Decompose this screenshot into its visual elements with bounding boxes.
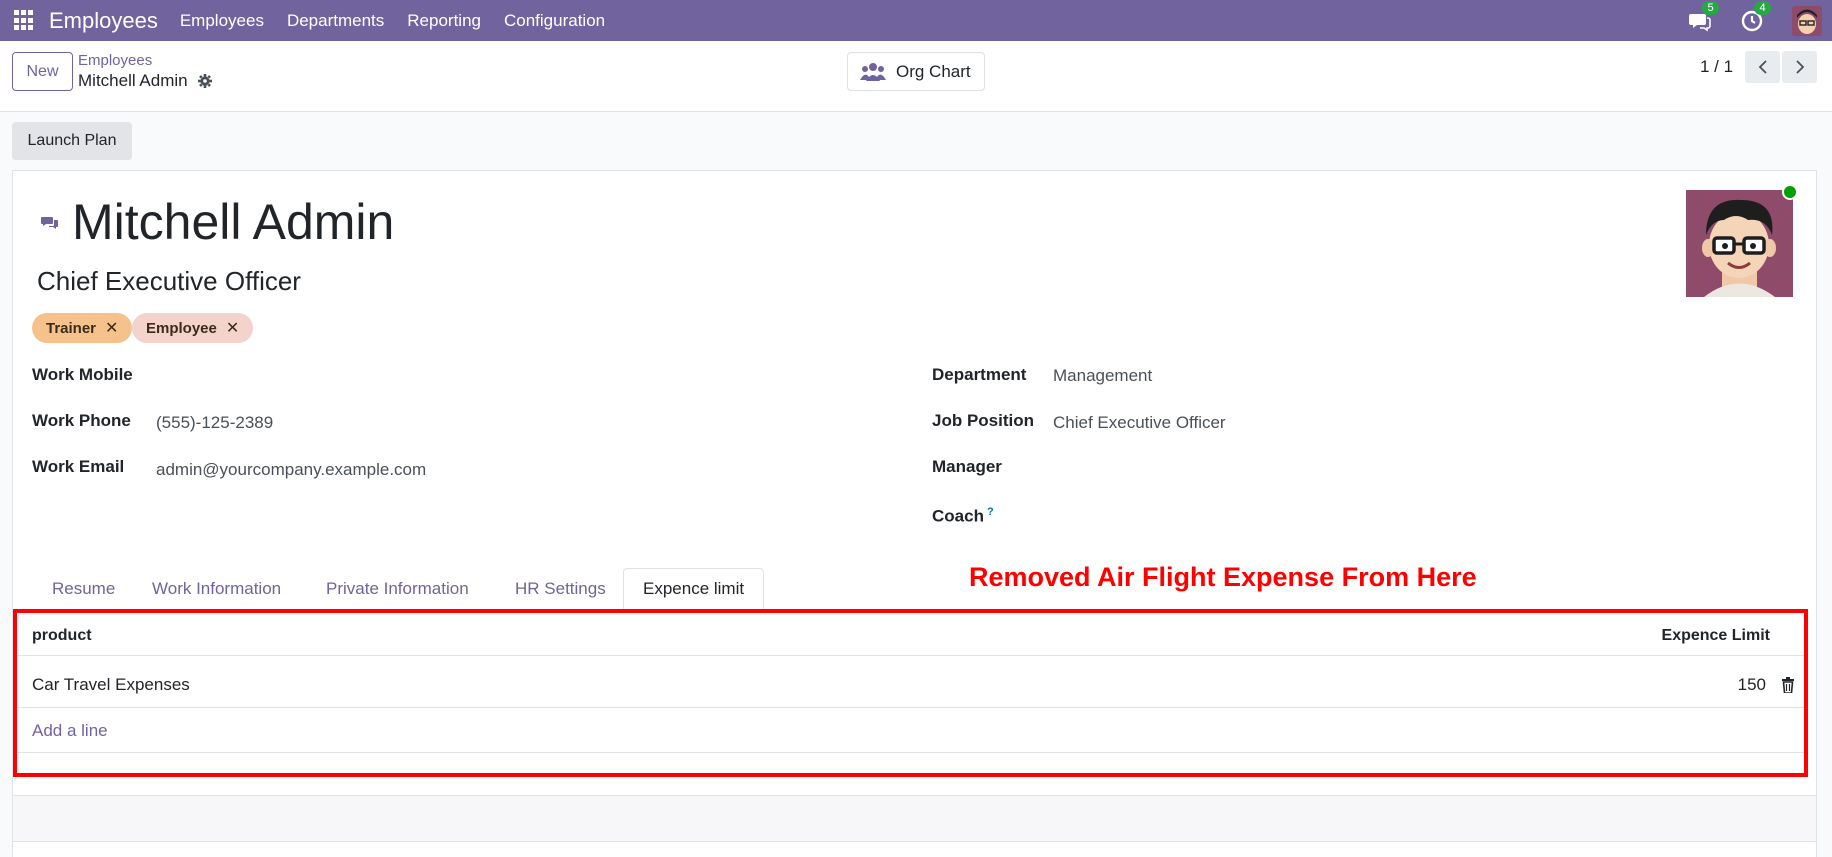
row-divider bbox=[17, 707, 1804, 708]
tab-private-information[interactable]: Private Information bbox=[307, 568, 488, 610]
menu-employees[interactable]: Employees bbox=[180, 11, 264, 31]
job-position-field[interactable]: Chief Executive Officer bbox=[1053, 413, 1226, 433]
add-line-link[interactable]: Add a line bbox=[32, 721, 108, 741]
empty-list-band bbox=[13, 795, 1816, 841]
limit-cell[interactable]: 150 bbox=[1738, 675, 1766, 695]
work-email-label: Work Email bbox=[32, 457, 125, 476]
department-label: Department bbox=[932, 365, 1027, 384]
menu-departments[interactable]: Departments bbox=[287, 11, 384, 31]
tab-resume[interactable]: Resume bbox=[33, 568, 134, 610]
employee-photo[interactable] bbox=[1686, 190, 1793, 297]
launch-plan-button[interactable]: Launch Plan bbox=[12, 122, 132, 160]
work-mobile-label: Work Mobile bbox=[32, 365, 133, 384]
tag-label: Employee bbox=[146, 319, 217, 337]
work-email-field[interactable]: admin@yourcompany.example.com bbox=[156, 460, 426, 480]
department-field[interactable]: Management bbox=[1053, 366, 1152, 386]
control-panel: New Employees Mitchell Admin Org Chart 1… bbox=[0, 41, 1832, 112]
menu-configuration[interactable]: Configuration bbox=[504, 11, 605, 31]
employee-job-title[interactable]: Chief Executive Officer bbox=[37, 266, 301, 297]
row-divider bbox=[17, 752, 1804, 753]
remove-tag-icon[interactable]: ✕ bbox=[105, 318, 118, 338]
org-chart-button[interactable]: Org Chart bbox=[847, 52, 985, 91]
chevron-left-icon bbox=[1758, 60, 1767, 74]
column-header-product[interactable]: product bbox=[32, 627, 92, 645]
tag-label: Trainer bbox=[46, 319, 97, 337]
employee-name[interactable]: Mitchell Admin bbox=[72, 193, 394, 251]
row-divider bbox=[12, 841, 1817, 842]
activities-badge: 4 bbox=[1754, 0, 1771, 15]
chat-bubble-icon[interactable] bbox=[41, 215, 59, 231]
tag-employee: Employee ✕ bbox=[132, 313, 254, 343]
job-position-label: Job Position bbox=[932, 411, 1034, 430]
breadcrumb-current: Mitchell Admin bbox=[78, 71, 213, 91]
new-button[interactable]: New bbox=[12, 52, 73, 91]
row-divider bbox=[12, 795, 1817, 796]
menu-reporting[interactable]: Reporting bbox=[407, 11, 481, 31]
work-phone-label: Work Phone bbox=[32, 411, 131, 430]
coach-label-text: Coach bbox=[932, 506, 984, 526]
org-chart-users-icon bbox=[860, 62, 886, 81]
remove-tag-icon[interactable]: ✕ bbox=[226, 318, 239, 338]
tab-expence-limit[interactable]: Expence limit bbox=[623, 568, 765, 610]
coach-label: Coach? bbox=[932, 506, 994, 527]
chevron-right-icon bbox=[1795, 60, 1804, 74]
coach-help-icon[interactable]: ? bbox=[987, 506, 994, 518]
gear-icon[interactable] bbox=[197, 73, 213, 89]
messages-badge: 5 bbox=[1702, 0, 1719, 15]
breadcrumb-current-label: Mitchell Admin bbox=[78, 71, 188, 90]
column-header-expence-limit[interactable]: Expence Limit bbox=[1662, 627, 1770, 645]
pager-value[interactable]: 1 / 1 bbox=[1700, 57, 1733, 77]
tab-hr-settings[interactable]: HR Settings bbox=[496, 568, 625, 610]
top-navbar: Employees Employees Departments Reportin… bbox=[0, 0, 1832, 41]
user-avatar[interactable] bbox=[1792, 5, 1822, 36]
manager-label: Manager bbox=[932, 457, 1002, 476]
breadcrumb-parent[interactable]: Employees bbox=[78, 52, 152, 69]
app-brand[interactable]: Employees bbox=[49, 8, 158, 34]
org-chart-label: Org Chart bbox=[896, 61, 971, 81]
product-cell[interactable]: Car Travel Expenses bbox=[32, 675, 190, 695]
messages-icon[interactable]: 5 bbox=[1688, 0, 1719, 33]
header-divider bbox=[17, 655, 1804, 656]
trash-icon[interactable] bbox=[1781, 677, 1795, 693]
work-phone-field[interactable]: (555)-125-2389 bbox=[156, 413, 273, 433]
tag-trainer: Trainer ✕ bbox=[32, 313, 133, 343]
expense-limit-table: product Expence Limit Car Travel Expense… bbox=[13, 609, 1808, 777]
pager-next-button[interactable] bbox=[1782, 51, 1817, 83]
apps-menu-icon[interactable] bbox=[14, 10, 35, 31]
pager-prev-button[interactable] bbox=[1745, 51, 1780, 83]
annotation-text: Removed Air Flight Expense From Here bbox=[969, 562, 1477, 592]
activities-clock-icon[interactable]: 4 bbox=[1740, 0, 1771, 33]
online-status-dot bbox=[1782, 184, 1798, 200]
tab-work-information[interactable]: Work Information bbox=[133, 568, 300, 610]
